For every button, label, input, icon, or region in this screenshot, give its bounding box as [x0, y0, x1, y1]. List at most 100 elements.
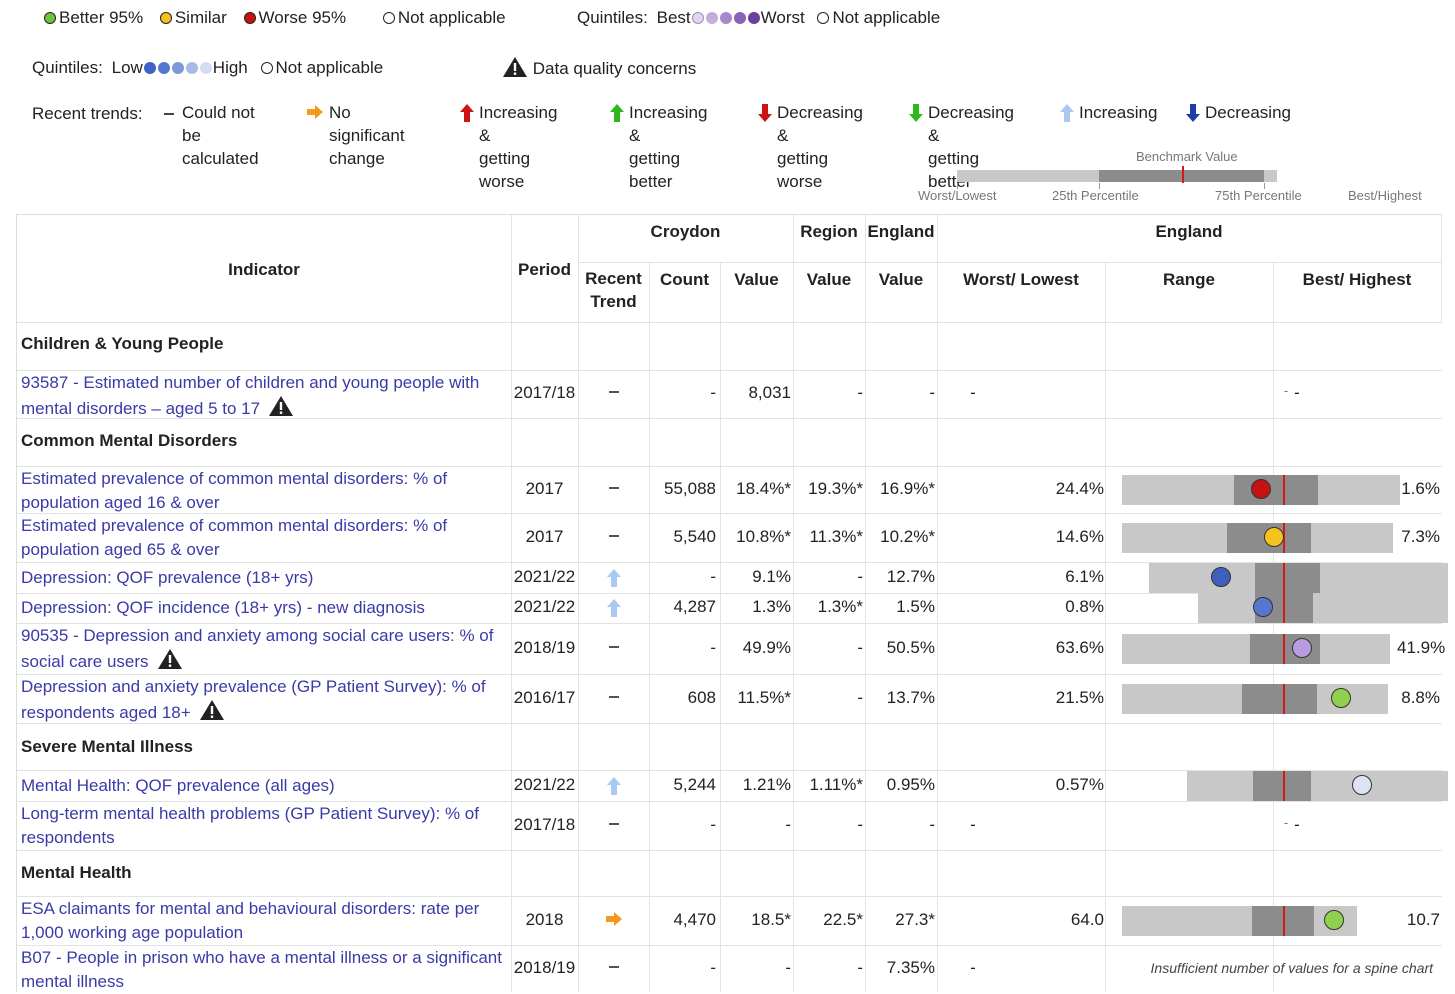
header-indicator[interactable]: Indicator	[17, 258, 511, 281]
spine-benchmark-line	[1283, 474, 1285, 505]
quintile-dot-icon	[157, 62, 170, 74]
indicator-table: Indicator Period Croydon Region England …	[16, 214, 1448, 994]
header-count[interactable]: Count	[649, 268, 720, 291]
spine-note: Insufficient number of values for a spin…	[1150, 959, 1433, 976]
indicator-link[interactable]: 93587 - Estimated number of children and…	[21, 371, 511, 421]
count-cell: -	[710, 814, 716, 834]
trend-cell	[578, 384, 649, 404]
spine-value-marker[interactable]	[1211, 566, 1231, 587]
trend-cell	[578, 959, 649, 979]
england-value-cell: 7.35%	[886, 957, 935, 977]
spine-chart	[17, 633, 1442, 664]
england-value-cell: -	[929, 814, 935, 834]
dash-icon	[608, 391, 619, 393]
spine-benchmark-line	[1283, 593, 1285, 623]
indicator-name[interactable]: 93587 - Estimated number of children and…	[21, 373, 479, 418]
red-dot-icon	[243, 12, 256, 24]
header-period[interactable]: Period	[511, 258, 578, 281]
warning-triangle-icon	[269, 396, 294, 416]
spine-iqr-bar	[1253, 770, 1311, 801]
header-best-highest: Best/ Highest	[1302, 270, 1412, 289]
header-worst-lowest: Worst/ Lowest	[963, 270, 1079, 289]
spine-chart	[17, 522, 1442, 553]
spine-value-marker[interactable]	[1331, 687, 1351, 708]
value-cell: -	[785, 814, 791, 834]
trend-cell	[578, 816, 649, 836]
spine-value-marker[interactable]	[1253, 597, 1273, 617]
header-range: Range	[1163, 270, 1215, 289]
spine-value-marker[interactable]	[1264, 526, 1284, 547]
better-legend: Better 95%	[44, 8, 143, 27]
spine-value-marker[interactable]	[1292, 637, 1312, 658]
header-region-value[interactable]: Value	[793, 268, 865, 291]
spine-benchmark-line	[1283, 770, 1285, 801]
spine-value-marker[interactable]	[1324, 909, 1344, 930]
red-up-arrow-icon	[459, 103, 475, 129]
spine-value-marker[interactable]	[1352, 774, 1372, 795]
quintile-dot-icon	[185, 62, 198, 74]
worst-cell: -	[970, 814, 976, 834]
worse-legend: Worse 95%	[243, 8, 346, 27]
dash-icon	[608, 822, 619, 825]
spine-benchmark-line	[1283, 683, 1285, 714]
legend-data-quality: Data quality concerns	[502, 56, 696, 79]
count-cell: -	[710, 383, 716, 402]
red-down-arrow-icon	[757, 103, 773, 129]
white-dot-icon	[817, 12, 830, 24]
spine-value-marker[interactable]	[1251, 478, 1271, 499]
period-cell: 2017/18	[513, 814, 576, 834]
dash-icon: -	[1283, 383, 1289, 398]
col-divider	[720, 262, 721, 992]
row-divider	[17, 850, 1442, 851]
benchmark-marker	[1182, 166, 1184, 183]
header-region: Region	[800, 222, 858, 241]
legend-quintiles-low-high: Quintiles: Low High Not applicable	[32, 58, 384, 77]
yellow-dot-icon	[159, 12, 172, 24]
indicator-link[interactable]: Long-term mental health problems (GP Pat…	[21, 802, 511, 850]
section-title: Severe Mental Illness	[21, 737, 193, 756]
header-value[interactable]: Value	[720, 268, 793, 291]
region-value-cell: -	[857, 383, 863, 402]
spine-range-bar	[1187, 770, 1448, 801]
spine-range-bar	[1122, 905, 1357, 936]
header-recent-trend[interactable]: Recent Trend	[578, 267, 649, 313]
header-croydon: Croydon	[650, 222, 721, 241]
row-divider	[17, 322, 1442, 323]
dark-blue-down-arrow-icon	[1185, 103, 1201, 129]
section-title: Mental Health	[21, 863, 132, 882]
spine-benchmark-line	[1283, 633, 1285, 664]
header-england-group: England	[1155, 222, 1223, 241]
spine-benchmark-line	[1283, 562, 1285, 593]
warning-triangle-icon	[503, 57, 527, 77]
period-cell: 2018/19	[513, 957, 576, 977]
spine-chart	[17, 683, 1442, 714]
spine-chart	[17, 474, 1442, 505]
value-cell: -	[785, 957, 791, 977]
benchmark-p25-label: 25th Percentile	[1052, 188, 1139, 203]
region-value-cell: -	[857, 957, 863, 977]
dash-icon	[162, 103, 178, 126]
quintile-dot-icon	[199, 62, 212, 74]
orange-right-arrow-icon	[306, 103, 323, 126]
section-title: Common Mental Disorders	[21, 431, 238, 450]
white-dot-icon	[382, 12, 395, 24]
quintile-dot-icon	[705, 12, 718, 24]
spine-chart	[17, 770, 1448, 801]
indicator-name[interactable]: B07 - People in prison who have a mental…	[21, 948, 502, 991]
col-divider	[1441, 215, 1442, 322]
dash-icon: -	[1283, 814, 1289, 830]
header-england-value[interactable]: Value	[865, 268, 937, 291]
quintile-dot-icon	[733, 12, 746, 24]
col-divider	[1273, 262, 1274, 992]
period-cell: 2017/18	[513, 383, 576, 402]
legend-compare: Better 95% Similar Worse 95% Not applica…	[44, 8, 506, 28]
section-title: Children & Young People	[21, 334, 224, 353]
spine-chart	[17, 905, 1442, 936]
spine-chart	[17, 593, 1448, 623]
indicator-name[interactable]: Long-term mental health problems (GP Pat…	[21, 804, 479, 847]
dash-icon	[608, 965, 619, 968]
worst-cell: -	[970, 383, 976, 402]
worst-cell: -	[970, 957, 976, 977]
indicator-link[interactable]: B07 - People in prison who have a mental…	[21, 946, 511, 994]
benchmark-title: Benchmark Value	[1136, 149, 1238, 164]
